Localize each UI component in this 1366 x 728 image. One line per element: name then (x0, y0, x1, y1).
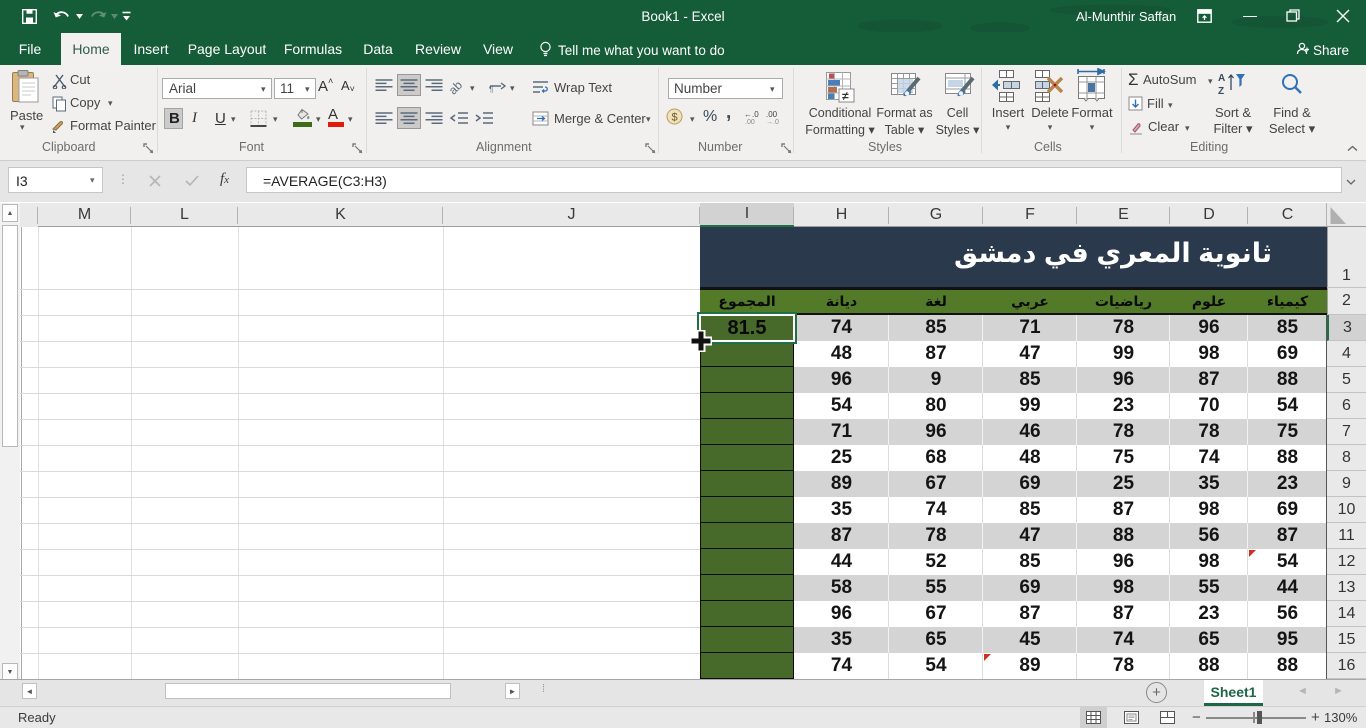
svg-text:A: A (1218, 73, 1225, 84)
svg-text:.00: .00 (766, 110, 778, 119)
svg-text:←.0: ←.0 (744, 110, 759, 119)
svg-text:→.0: →.0 (766, 119, 779, 124)
svg-text:ab: ab (450, 78, 465, 95)
svg-text:Z: Z (1218, 86, 1224, 96)
svg-text:$: $ (672, 112, 678, 124)
svg-text:≠: ≠ (842, 89, 849, 103)
svg-text:¶: ¶ (489, 85, 493, 94)
svg-text:.00: .00 (745, 119, 755, 124)
